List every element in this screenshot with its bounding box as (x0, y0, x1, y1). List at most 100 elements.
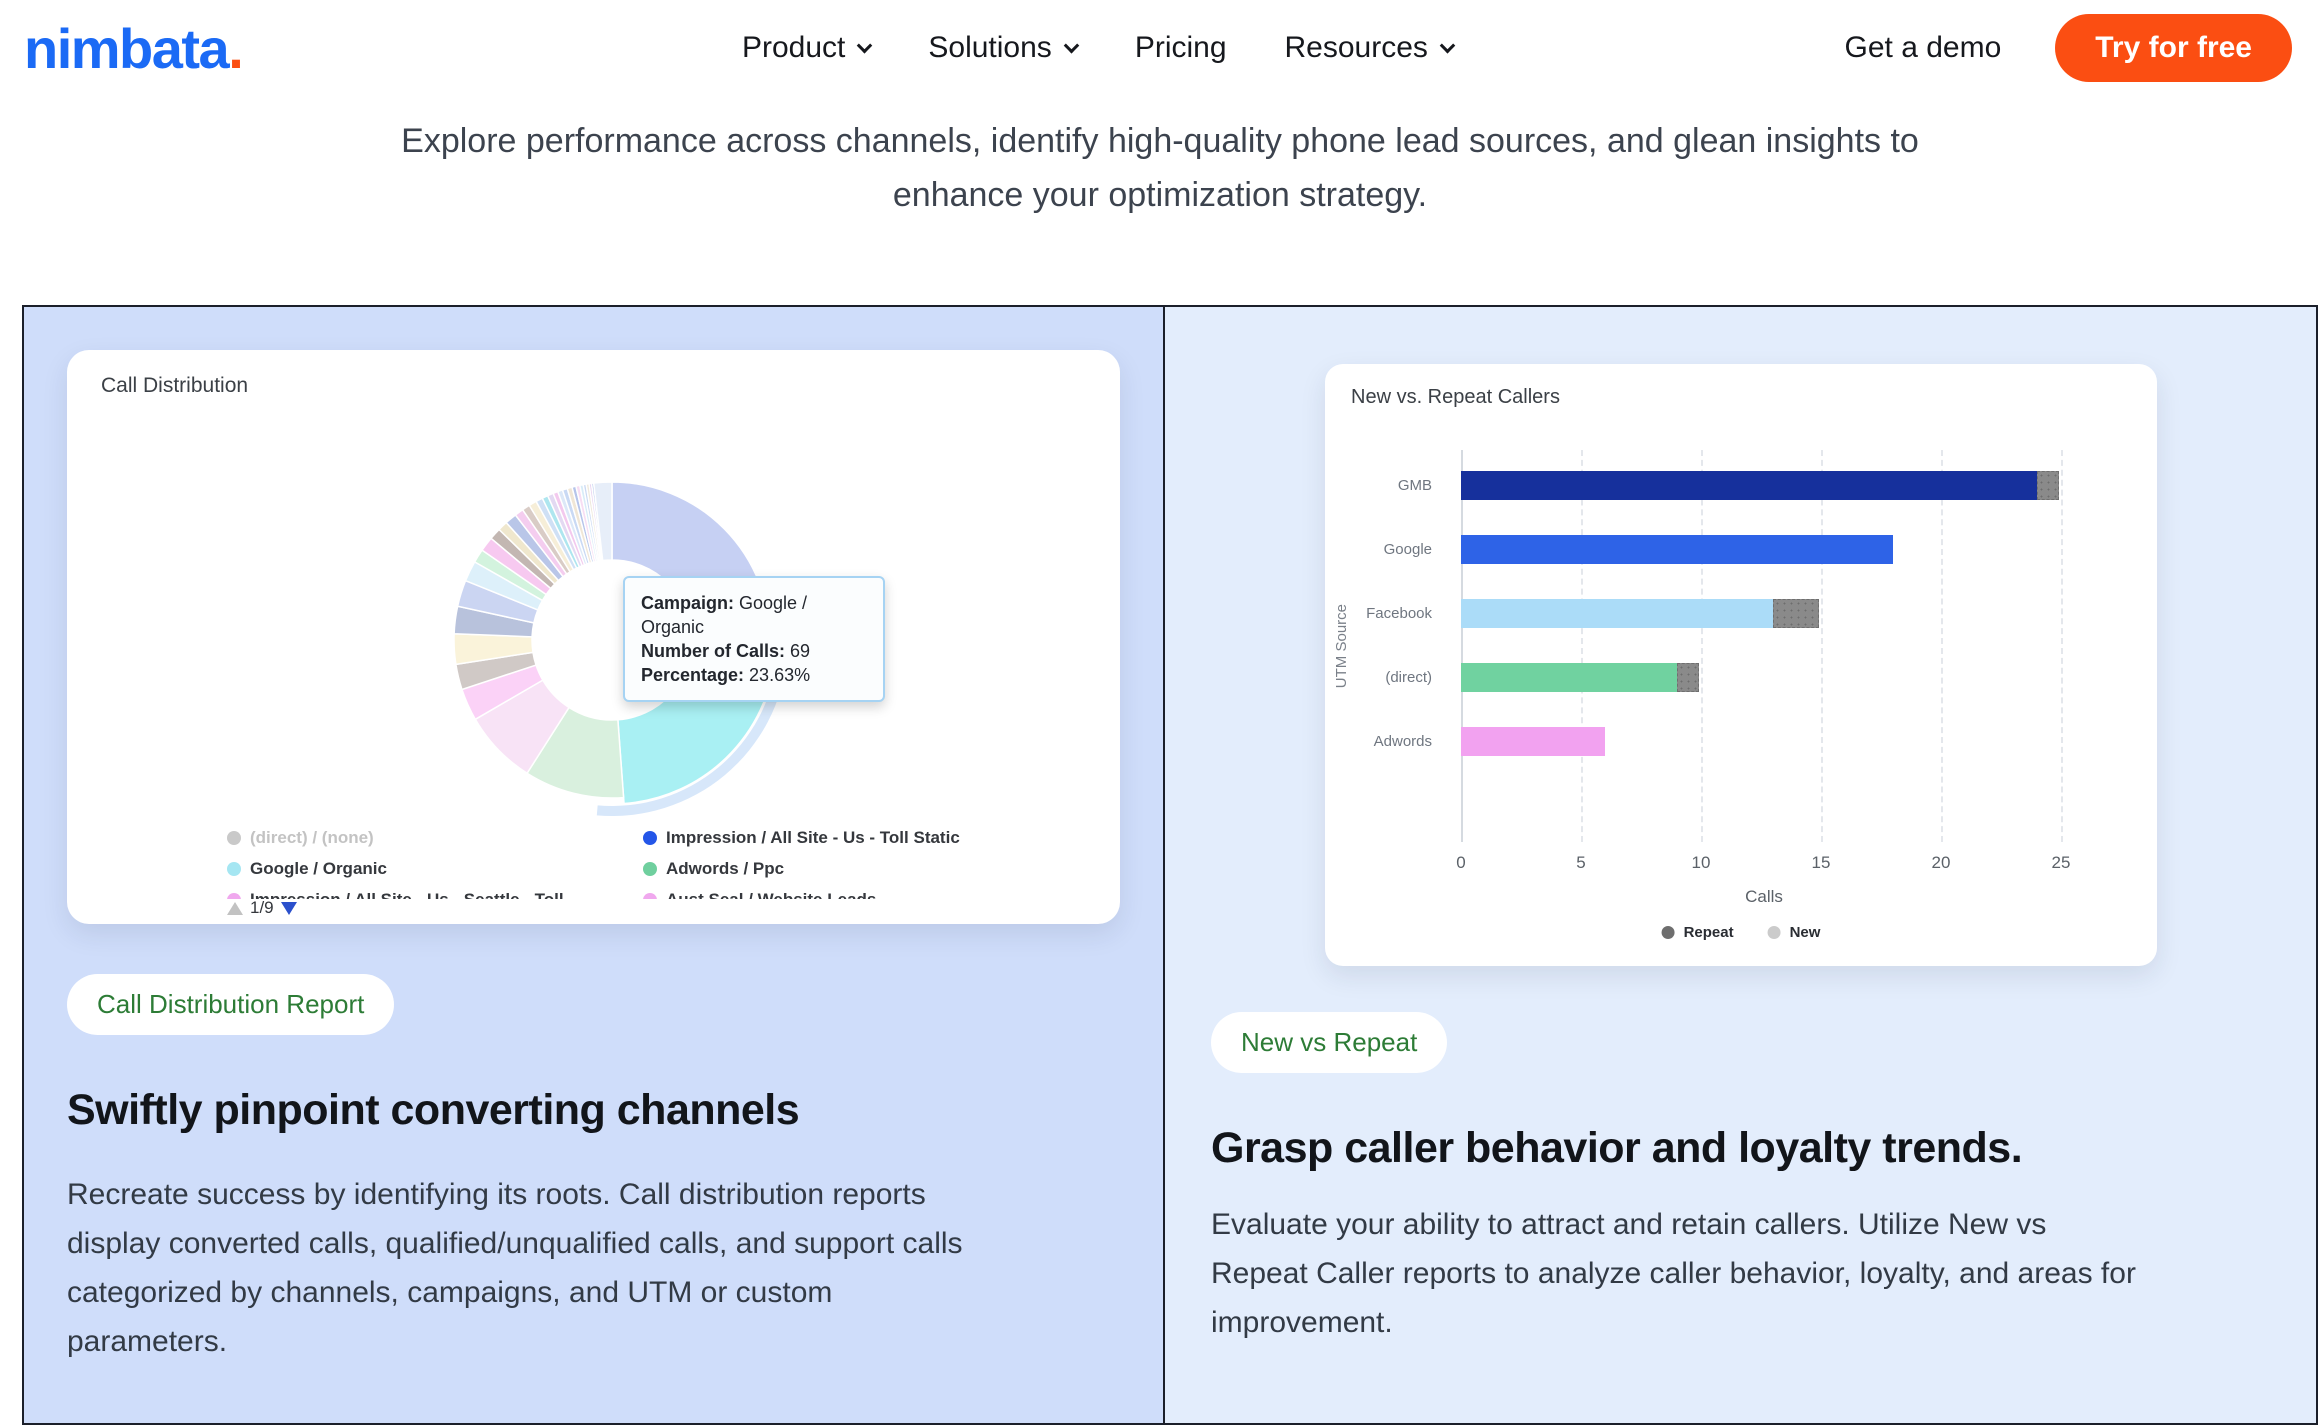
gridline (2061, 450, 2063, 842)
body-line: Repeat Caller reports to analyze caller … (1211, 1257, 2136, 1290)
category-label-google: Google (1383, 541, 1432, 558)
top-nav: nimbata. Product Solutions Pricing Resource… (0, 0, 2320, 96)
donut-tooltip: Campaign: Google / Organic Number of Call… (623, 576, 885, 702)
tooltip-row: Number of Calls: 69 (641, 641, 811, 661)
new-vs-repeat-chart-card: New vs. Repeat Callers UTM Source GMB Goo… (1325, 364, 2157, 966)
chevron-down-icon (1439, 37, 1456, 53)
body-line: Evaluate your ability to attract and ret… (1211, 1208, 2047, 1241)
legend-dot (227, 862, 241, 876)
tooltip-row: Campaign: Google / Organic (641, 593, 808, 637)
nav-item-solutions[interactable]: Solutions (928, 31, 1080, 65)
bar-row--direct- (1461, 663, 1699, 692)
nav-item-resources[interactable]: Resources (1284, 31, 1456, 65)
legend-label: Repeat (1683, 924, 1734, 941)
body-line: display converted calls, qualified/unqua… (67, 1227, 963, 1260)
legend-label: (direct) / (none) (250, 828, 374, 847)
call-distribution-panel: Call Distribution Campaign: Google / Org… (24, 307, 1165, 1423)
left-heading: Swiftly pinpoint converting channels (67, 1086, 800, 1134)
body-line: Recreate success by identifying its root… (67, 1178, 926, 1211)
feature-panels: Call Distribution Campaign: Google / Org… (22, 305, 2318, 1425)
category-label-facebook: Facebook (1366, 605, 1432, 622)
bar-gmb-new[interactable] (1461, 471, 2037, 500)
left-body-text: Recreate success by identifying its root… (67, 1170, 963, 1366)
right-body-text: Evaluate your ability to attract and ret… (1211, 1200, 2136, 1347)
logo-dot: . (228, 16, 244, 80)
legend-dot (1767, 926, 1781, 939)
legend-item-impression-all-site-us-toll-static[interactable]: Impression / All Site - Us - Toll Static (643, 828, 960, 850)
call-distribution-chart-card: Call Distribution Campaign: Google / Org… (67, 350, 1120, 924)
legend-item-aust-seal-website-leads[interactable]: Aust Seal / Website Leads (643, 890, 960, 899)
page-up-icon[interactable] (227, 901, 243, 915)
hero-line-2: enhance your optimization strategy. (892, 176, 1428, 214)
chevron-down-icon (1063, 37, 1080, 53)
x-tick-20: 20 (1931, 853, 1951, 872)
x-axis-title: Calls (1745, 887, 1783, 906)
call-distribution-report-badge: Call Distribution Report (67, 974, 395, 1035)
bar-adwords-new[interactable] (1461, 727, 1605, 756)
legend-label: Aust Seal / Website Leads (666, 890, 876, 899)
nav-item-label: Resources (1284, 31, 1428, 64)
bar-gmb-repeat[interactable] (2037, 471, 2059, 500)
hero-subheading: Explore performance across channels, ide… (0, 114, 2320, 222)
bar-row-facebook (1461, 599, 1819, 628)
nav-item-product[interactable]: Product (742, 31, 873, 65)
nav-item-pricing[interactable]: Pricing (1135, 31, 1227, 65)
bar--direct--new[interactable] (1461, 663, 1677, 692)
legend-label: Google / Organic (250, 859, 387, 878)
legend-item-new[interactable]: New (1767, 924, 1821, 941)
chevron-down-icon (857, 37, 873, 53)
gridline (1941, 450, 1943, 842)
y-axis-title: UTM Source (1333, 603, 1350, 689)
legend-item-repeat[interactable]: Repeat (1661, 924, 1734, 941)
right-heading: Grasp caller behavior and loyalty trends… (1211, 1124, 2023, 1172)
page-indicator: 1/9 (250, 898, 274, 917)
nav-item-label: Pricing (1134, 31, 1227, 64)
page-down-icon[interactable] (280, 901, 297, 915)
legend-item--direct-none-[interactable]: (direct) / (none) (227, 828, 599, 850)
legend-label: Adwords / Ppc (666, 859, 785, 878)
bar-row-adwords (1461, 727, 1605, 756)
hero-line-1: Explore performance across channels, ide… (401, 122, 1919, 160)
nav-actions: Get a demo Try for free (1845, 14, 2292, 82)
category-label--direct-: (direct) (1385, 669, 1432, 686)
bar-legend: Repeat New (1661, 924, 1821, 941)
bar-row-gmb (1461, 471, 2059, 500)
nimbata-logo[interactable]: nimbata. (24, 16, 244, 81)
x-tick-15: 15 (1811, 853, 1831, 872)
get-a-demo-link[interactable]: Get a demo (1845, 31, 2002, 65)
bar--direct--repeat[interactable] (1677, 663, 1699, 692)
legend-item-adwords-ppc[interactable]: Adwords / Ppc (643, 859, 960, 881)
gridline (1821, 450, 1823, 842)
new-vs-repeat-badge: New vs Repeat (1211, 1012, 1448, 1073)
try-for-free-button[interactable]: Try for free (2055, 14, 2292, 82)
nav-item-label: Product (742, 31, 846, 64)
bar-facebook-new[interactable] (1461, 599, 1773, 628)
legend-dot (227, 831, 241, 845)
body-line: categorized by channels, campaigns, and … (67, 1276, 833, 1309)
tooltip-row: Percentage: 23.63% (641, 665, 811, 685)
legend-item-google-organic[interactable]: Google / Organic (227, 859, 599, 881)
gridline (1581, 450, 1583, 842)
nav-item-label: Solutions (928, 31, 1052, 64)
legend-dot (643, 893, 657, 899)
new-vs-repeat-panel: New vs. Repeat Callers UTM Source GMB Goo… (1165, 307, 2316, 1423)
chart-title: New vs. Repeat Callers (1351, 386, 1560, 408)
body-line: improvement. (1211, 1306, 1393, 1339)
legend-label: Impression / All Site - Us - Seattle - T… (250, 890, 564, 899)
logo-text: nimbata (24, 16, 230, 80)
category-label-adwords: Adwords (1373, 733, 1432, 750)
x-tick-0: 0 (1456, 853, 1466, 872)
body-line: parameters. (67, 1325, 228, 1358)
x-tick-5: 5 (1576, 853, 1586, 872)
legend-dot (643, 862, 657, 876)
legend-label: New (1789, 924, 1821, 941)
legend-dot (1661, 926, 1675, 939)
category-label-gmb: GMB (1397, 477, 1432, 494)
y-axis-line (1461, 450, 1463, 842)
bar-google-new[interactable] (1461, 535, 1893, 564)
x-tick-10: 10 (1691, 853, 1711, 872)
x-tick-25: 25 (2051, 853, 2071, 872)
bar-facebook-repeat[interactable] (1773, 599, 1819, 628)
donut-legend: (direct) / (none) Impression / All Site -… (227, 828, 960, 899)
legend-dot (643, 831, 657, 845)
